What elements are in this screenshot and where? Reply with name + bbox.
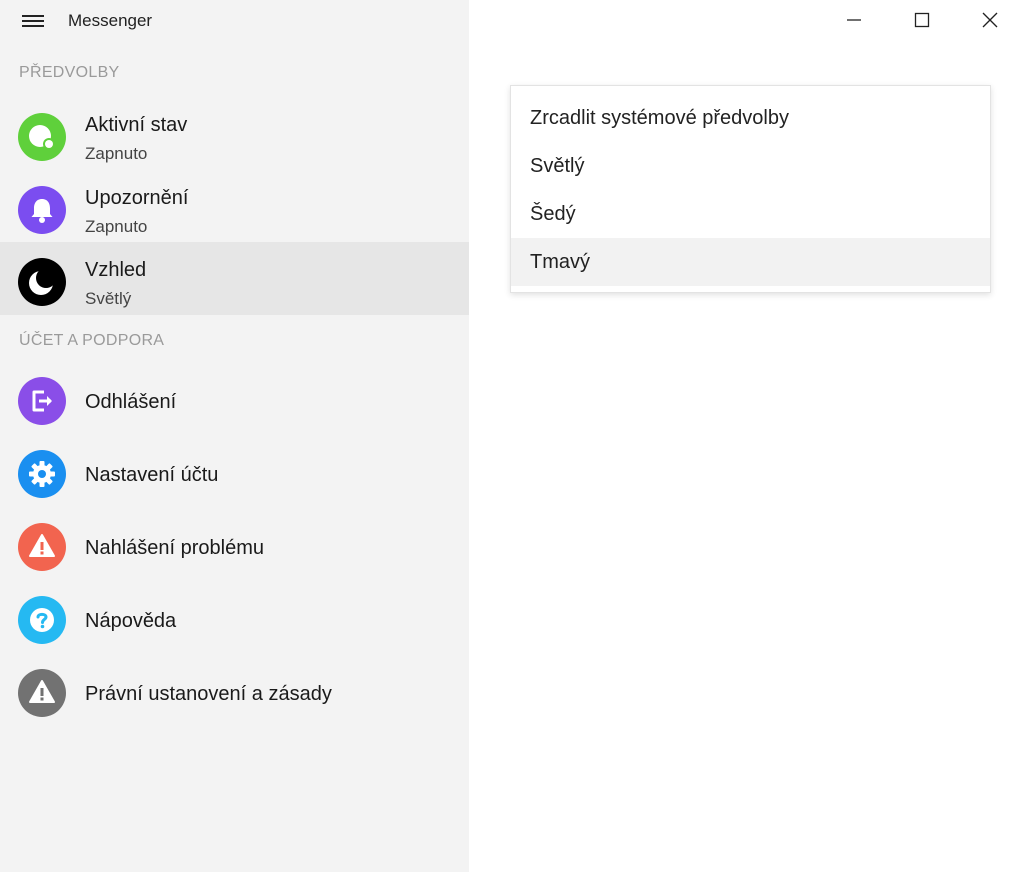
minimize-button[interactable] [820, 0, 888, 40]
help-icon [18, 596, 66, 644]
warning-icon [18, 523, 66, 571]
sidebar-item-label: Odhlášení [85, 391, 177, 413]
sidebar-item-label: Aktivní stav [85, 114, 188, 136]
appearance-dropdown-menu: Zrcadlit systémové předvolby Světlý Šedý… [510, 85, 991, 293]
appearance-option-light[interactable]: Světlý [511, 142, 990, 190]
settings-sidebar: Messenger PŘEDVOLBY Aktivní stav Zapnuto [0, 0, 469, 872]
maximize-icon [914, 12, 930, 28]
title-bar: Messenger [0, 0, 469, 42]
sidebar-item-help[interactable]: Nápověda [0, 584, 469, 657]
sidebar-item-label: Upozornění [85, 187, 189, 209]
option-label: Tmavý [530, 251, 590, 273]
sidebar-item-label: Nápověda [85, 610, 177, 632]
option-label: Šedý [530, 203, 576, 225]
section-header-preferences: PŘEDVOLBY [19, 64, 120, 81]
sidebar-item-value: Zapnuto [85, 217, 148, 236]
sidebar-item-value: Zapnuto [85, 144, 148, 163]
sidebar-item-value: Světlý [85, 289, 132, 308]
sidebar-item-label: Vzhled [85, 259, 147, 281]
appearance-option-system[interactable]: Zrcadlit systémové předvolby [511, 94, 990, 142]
close-button[interactable] [956, 0, 1024, 40]
moon-icon [18, 258, 66, 306]
sidebar-item-account-settings[interactable]: Nastavení účtu [0, 438, 469, 511]
logout-icon [18, 377, 66, 425]
sidebar-item-appearance[interactable]: Vzhled Světlý [0, 242, 469, 315]
appearance-option-gray[interactable]: Šedý [511, 190, 990, 238]
bell-icon [18, 186, 66, 234]
sidebar-item-notifications[interactable]: Upozornění Zapnuto [0, 170, 469, 243]
option-label: Zrcadlit systémové předvolby [530, 107, 789, 129]
sidebar-item-label: Nahlášení problému [85, 537, 264, 559]
maximize-button[interactable] [888, 0, 956, 40]
appearance-option-dark[interactable]: Tmavý [511, 238, 990, 286]
messenger-window: Messenger PŘEDVOLBY Aktivní stav Zapnuto [0, 0, 1024, 872]
gear-icon [18, 450, 66, 498]
option-label: Světlý [530, 155, 585, 177]
sidebar-item-label: Nastavení účtu [85, 464, 219, 486]
minimize-icon [847, 19, 861, 21]
close-icon [982, 12, 998, 28]
sidebar-item-legal-policies[interactable]: Právní ustanovení a zásady [0, 657, 469, 730]
legal-warning-icon [18, 669, 66, 717]
section-header-account-support: ÚČET A PODPORA [19, 332, 165, 349]
sidebar-item-label: Právní ustanovení a zásady [85, 683, 332, 705]
sidebar-item-logout[interactable]: Odhlášení [0, 365, 469, 438]
app-title: Messenger [68, 11, 153, 30]
sidebar-item-report-problem[interactable]: Nahlášení problému [0, 511, 469, 584]
sidebar-item-active-status[interactable]: Aktivní stav Zapnuto [0, 97, 469, 170]
hamburger-menu-icon[interactable] [20, 12, 46, 30]
active-status-icon [18, 113, 66, 161]
